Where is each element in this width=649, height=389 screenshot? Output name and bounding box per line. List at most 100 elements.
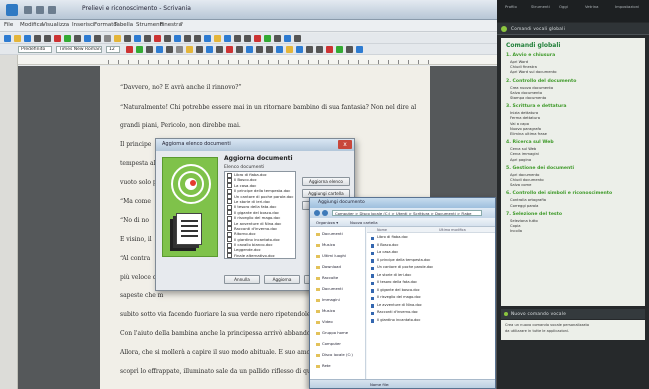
close-icon[interactable]: x (338, 140, 352, 149)
format-icon[interactable] (156, 46, 163, 53)
format-icon[interactable] (296, 46, 303, 53)
command-item[interactable]: Nuovo paragrafo (510, 127, 541, 131)
nav-item[interactable]: Documenti (316, 231, 343, 236)
panel-tab[interactable]: Impostazioni (615, 4, 639, 9)
format-icon[interactable] (356, 46, 363, 53)
file-row[interactable]: Il tesoro della fata.doc (367, 280, 495, 286)
menu-item[interactable]: File (4, 22, 13, 28)
document-list-item[interactable]: Finale alternativo.doc (225, 253, 295, 258)
format-icon[interactable] (166, 46, 173, 53)
redo-icon[interactable] (48, 6, 56, 14)
toolbar-icon[interactable] (254, 35, 261, 42)
command-item[interactable]: Apri Word sul documento (510, 70, 557, 74)
file-row[interactable]: Un cantore di poche parole.doc (367, 265, 495, 271)
format-icon[interactable] (216, 46, 223, 53)
command-item[interactable]: Copia (510, 224, 520, 228)
column-modified[interactable]: Ultima modifica (439, 228, 466, 232)
toolbar-icon[interactable] (164, 35, 171, 42)
command-item[interactable]: Elimina ultima frase (510, 132, 547, 136)
file-row[interactable]: Il Bosco.doc (367, 243, 495, 249)
save-icon[interactable] (24, 6, 32, 14)
font-select[interactable]: Times New Roman (56, 46, 102, 53)
file-row[interactable]: Il giardino incantato.doc (367, 318, 495, 324)
panel-tab[interactable]: Profilo (505, 4, 517, 9)
format-icon[interactable] (126, 46, 133, 53)
toolbar-icon[interactable] (54, 35, 61, 42)
command-section-title[interactable]: 2. Controllo del documento (506, 79, 576, 84)
command-item[interactable]: Apri pagina (510, 158, 531, 162)
file-row[interactable]: Racconti d'inverno.doc (367, 310, 495, 316)
command-item[interactable]: Cerca sul Web (510, 147, 536, 151)
menu-item[interactable]: ? (180, 22, 183, 28)
format-icon[interactable] (176, 46, 183, 53)
command-item[interactable]: Seleziona tutto (510, 219, 538, 223)
toolbar-icon[interactable] (94, 35, 101, 42)
document-list-item[interactable]: Il principe della tempesta.doc (225, 188, 295, 193)
command-item[interactable]: Chiudi documento (510, 178, 544, 182)
command-section-title[interactable]: 7. Selezione del testo (506, 212, 562, 217)
cancel-button[interactable]: Annulla (224, 275, 260, 284)
toolbar-icon[interactable] (264, 35, 271, 42)
file-row[interactable]: Il gigante del bosco.doc (367, 288, 495, 294)
file-row[interactable]: Il risveglio del mago.doc (367, 295, 495, 301)
format-icon[interactable] (246, 46, 253, 53)
toolbar-icon[interactable] (234, 35, 241, 42)
toolbar-icon[interactable] (174, 35, 181, 42)
toolbar-icon[interactable] (154, 35, 161, 42)
new-command-title[interactable]: Nuovo comando vocale (511, 311, 566, 316)
toolbar-icon[interactable] (214, 35, 221, 42)
nav-item[interactable]: Documenti (316, 286, 343, 291)
command-item[interactable]: Controlla ortografia (510, 198, 546, 202)
format-icon[interactable] (196, 46, 203, 53)
format-icon[interactable] (266, 46, 273, 53)
update-list-button[interactable]: Aggiorna elenco (302, 177, 350, 186)
format-icon[interactable] (336, 46, 343, 53)
format-icon[interactable] (136, 46, 143, 53)
format-icon[interactable] (186, 46, 193, 53)
command-item[interactable]: Cerca immagini (510, 152, 539, 156)
forward-icon[interactable] (322, 210, 328, 216)
file-row[interactable]: Le avventure di Nina.doc (367, 303, 495, 309)
new-folder-button[interactable]: Nuova cartella (350, 220, 378, 225)
toolbar-icon[interactable] (24, 35, 31, 42)
toolbar-icon[interactable] (104, 35, 111, 42)
nav-item[interactable]: Video (316, 319, 333, 324)
nav-item[interactable]: Ultimi luoghi (316, 253, 346, 258)
documents-list[interactable]: Libro di fiaba.doc Il Bosco.doc La casa.do… (224, 171, 296, 259)
command-item[interactable]: Apri Word (510, 60, 528, 64)
panel-tab[interactable]: Oggi (559, 4, 568, 9)
toolbar-icon[interactable] (74, 35, 81, 42)
format-icon[interactable] (346, 46, 353, 53)
nav-item[interactable]: Musica (316, 308, 335, 313)
command-section-title[interactable]: 3. Scrittura e dettatura (506, 104, 566, 109)
menu-item[interactable]: Visualizza (42, 22, 69, 28)
file-row[interactable]: La casa.doc (367, 250, 495, 256)
command-item[interactable]: Salva documento (510, 91, 542, 95)
format-icon[interactable] (256, 46, 263, 53)
nav-item[interactable]: Immagini (316, 297, 340, 302)
format-icon[interactable] (326, 46, 333, 53)
file-row[interactable]: Libro di fiaba.doc (367, 235, 495, 241)
path-field[interactable]: Computer > Disco locale (C:) > Utenti > … (332, 210, 482, 216)
toolbar-icon[interactable] (84, 35, 91, 42)
toolbar-icon[interactable] (34, 35, 41, 42)
command-item[interactable]: Crea nuovo documento (510, 86, 553, 90)
nav-item[interactable]: Rete (316, 363, 331, 368)
menu-item[interactable]: Tabella (114, 22, 133, 28)
nav-item[interactable]: Computer (316, 341, 341, 346)
format-icon[interactable] (286, 46, 293, 53)
panel-tab[interactable]: Vetrina (585, 4, 598, 9)
toolbar-icon[interactable] (244, 35, 251, 42)
organize-button[interactable]: Organizza ▾ (316, 220, 338, 225)
command-section-title[interactable]: 4. Ricerca sul Web (506, 140, 554, 145)
toolbar-icon[interactable] (44, 35, 51, 42)
menu-item[interactable]: Finestra (160, 22, 182, 28)
command-section-title[interactable]: 1. Avvio e chiusura (506, 53, 555, 58)
command-item[interactable]: Correggi parola (510, 204, 538, 208)
command-section-title[interactable]: 5. Gestione dei documenti (506, 166, 574, 171)
nav-item[interactable]: Gruppo home (316, 330, 348, 335)
nav-item[interactable]: Raccolte (316, 275, 338, 280)
toolbar-icon[interactable] (4, 35, 11, 42)
format-icon[interactable] (206, 46, 213, 53)
toolbar-icon[interactable] (204, 35, 211, 42)
